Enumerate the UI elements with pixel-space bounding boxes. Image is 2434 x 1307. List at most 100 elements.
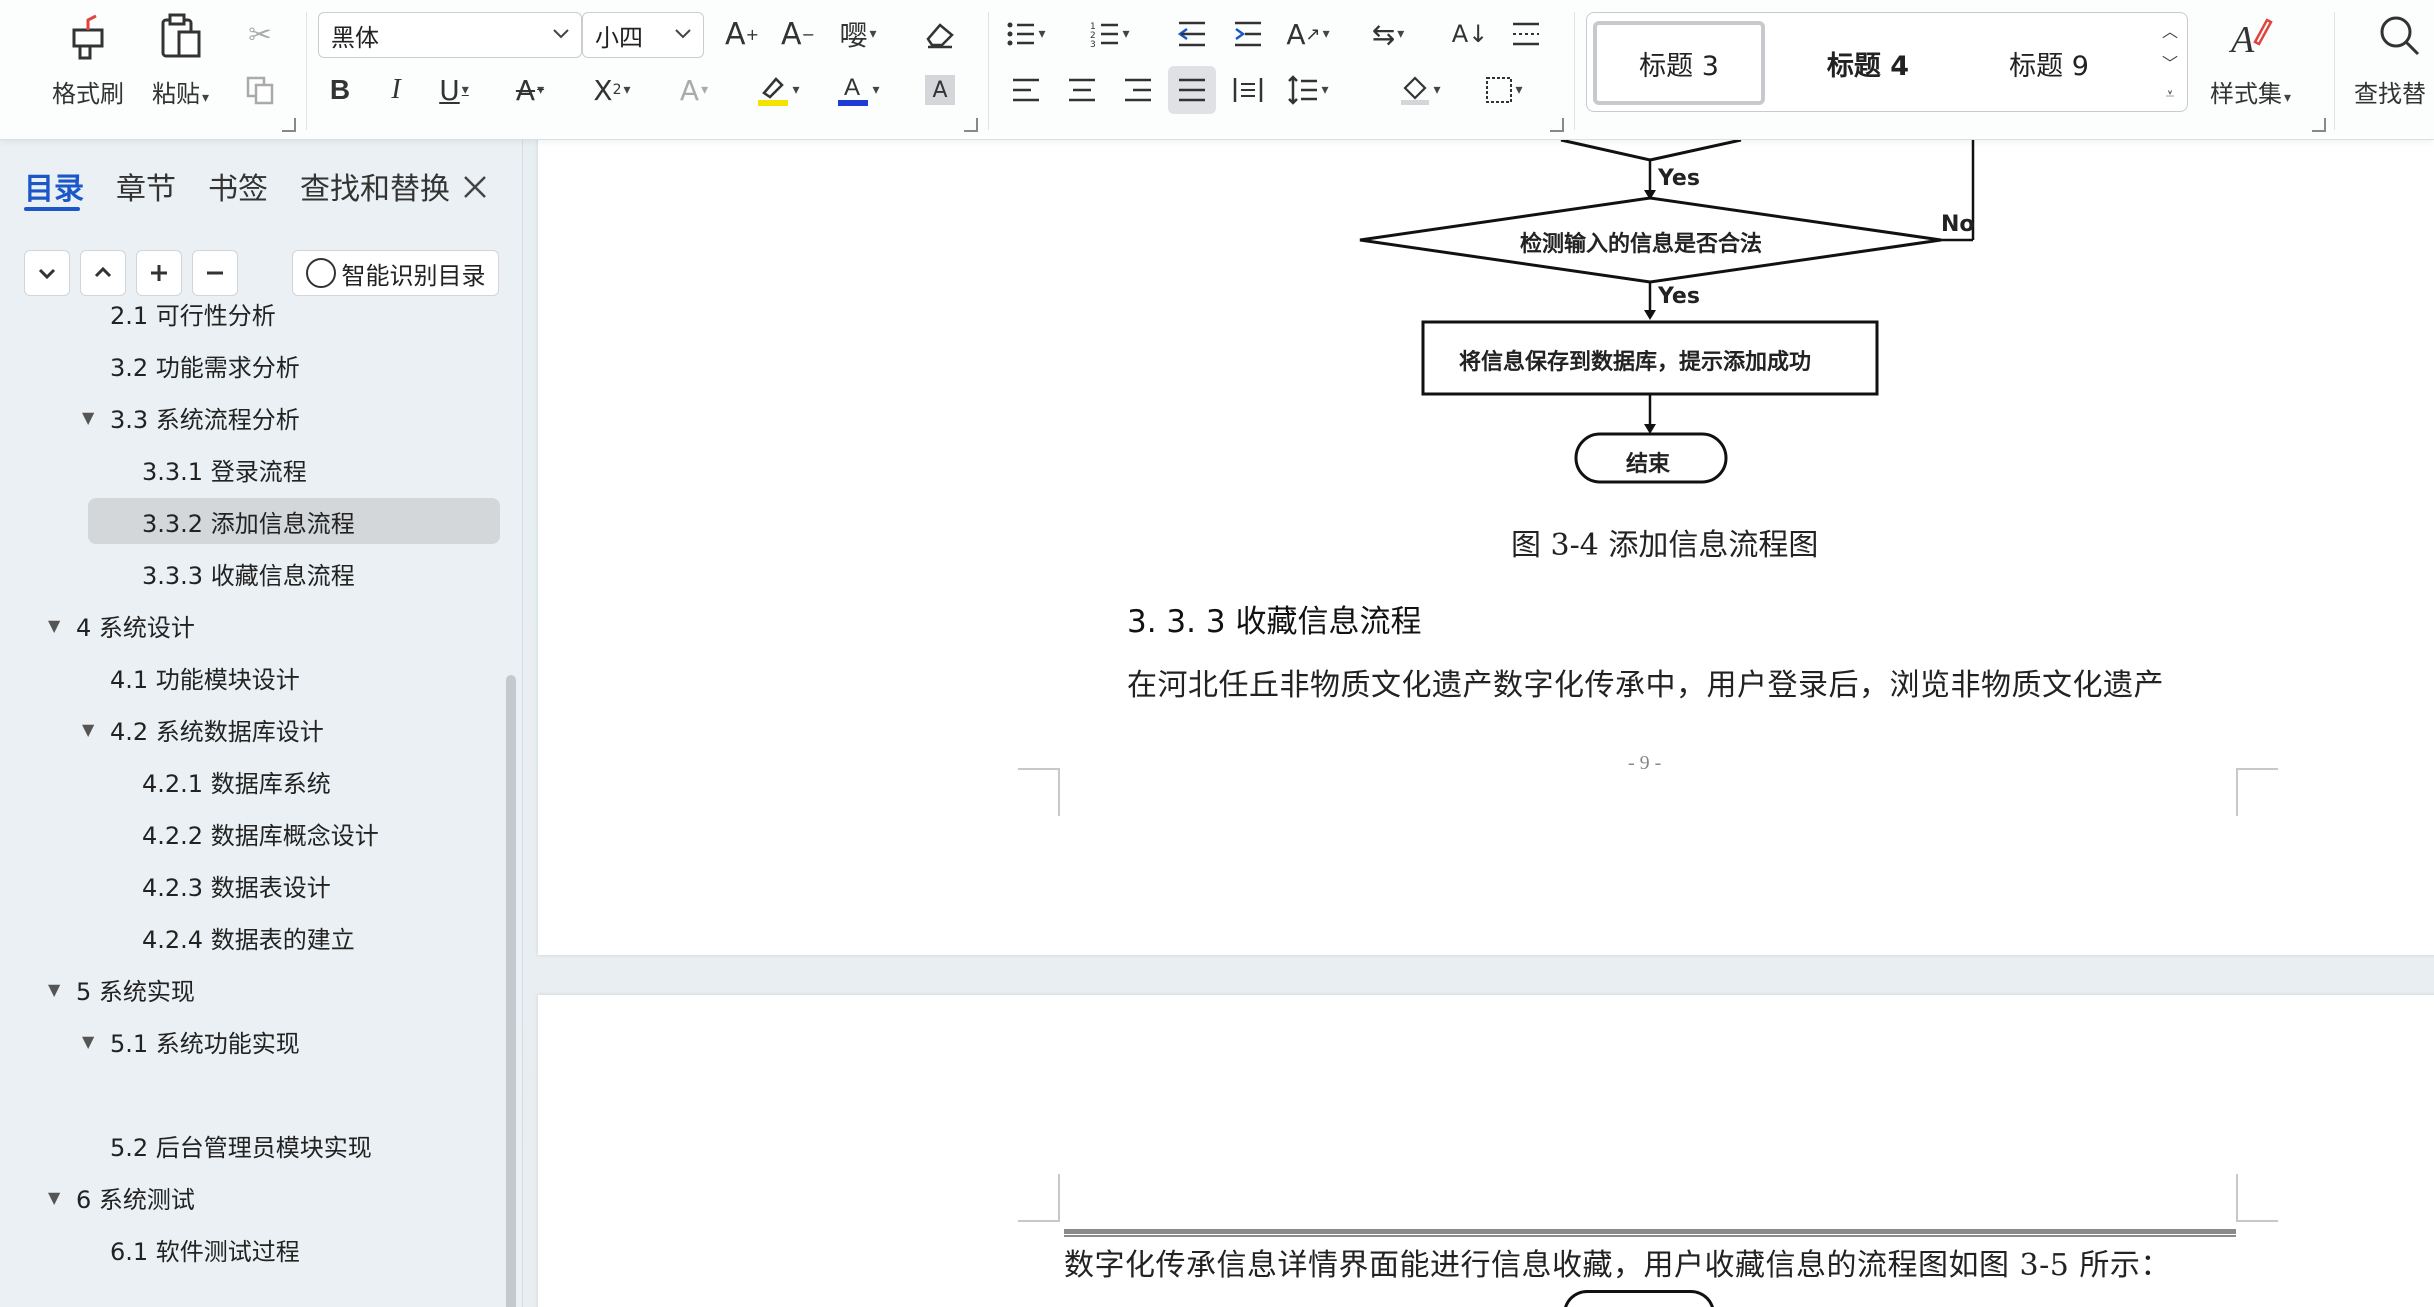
align-left-icon[interactable]	[1004, 68, 1048, 112]
outdent-icon[interactable]	[1170, 12, 1214, 56]
minus-icon	[207, 271, 223, 275]
toc-item[interactable]: 4.2.3 数据表设计	[142, 862, 331, 908]
gallery-down-icon[interactable]: ﹀	[2159, 49, 2181, 75]
toc-item[interactable]: 6 系统测试	[76, 1174, 195, 1220]
toc-item[interactable]: 5.1 系统功能实现	[110, 1018, 300, 1064]
style-heading-4[interactable]: 标题 4	[1783, 21, 1953, 105]
style-heading-3[interactable]: 标题 3	[1593, 21, 1765, 105]
text-effect-icon[interactable]: A ▾	[672, 68, 716, 112]
toc-item-label: 6.1 软件测试过程	[110, 1237, 300, 1266]
crop-mark	[2236, 768, 2278, 816]
collapse-all-button[interactable]	[24, 250, 70, 296]
toc-item[interactable]: 4.2.4 数据表的建立	[142, 914, 355, 960]
tab-bookmarks[interactable]: 书签	[208, 164, 268, 208]
char-shading-icon[interactable]: A	[918, 68, 962, 112]
italic-icon[interactable]: I	[374, 68, 418, 112]
search-icon	[2374, 10, 2426, 62]
format-painter-button[interactable]: 格式刷	[52, 10, 124, 109]
style-heading-9[interactable]: 标题 9	[1963, 21, 2135, 105]
tab-toc[interactable]: 目录	[24, 164, 84, 208]
svg-text:A: A	[844, 74, 860, 101]
body-paragraph: 数字化传承信息详情界面能进行信息收藏，用户收藏信息的流程图如图 3-5 所示：	[1064, 1248, 2171, 1283]
navigation-pane: 目录 章节 书签 查找和替换 智能识别目录 2.1 可行性分析 3.2 功能需求分…	[0, 140, 523, 1307]
expand-triangle-icon[interactable]: ▼	[48, 1188, 60, 1207]
border-icon[interactable]: ▾	[1482, 68, 1526, 112]
highlight-icon[interactable]: ▾	[756, 68, 800, 112]
process-label: 将信息保存到数据库，提示添加成功	[1459, 350, 1812, 375]
paragraph-launcher[interactable]	[1550, 118, 1564, 132]
gallery-up-icon[interactable]: ︿	[2159, 17, 2181, 43]
toc-item[interactable]: 4.2.1 数据库系统	[142, 758, 331, 804]
superscript-icon[interactable]: X 2 ▾	[590, 68, 634, 112]
toc-item[interactable]: 2.1 可行性分析	[110, 290, 276, 336]
paste-button[interactable]: 粘贴 ▾	[152, 10, 209, 109]
toc-item[interactable]: 3.3.2 添加信息流程	[88, 498, 500, 544]
toc-item[interactable]: 4.1 功能模块设计	[110, 654, 300, 700]
align-right-icon[interactable]	[1116, 68, 1160, 112]
style-set-button[interactable]: A 样式集 ▾	[2210, 10, 2291, 109]
cut-icon[interactable]: ✂	[238, 12, 282, 56]
chevron-down-icon	[675, 29, 691, 39]
column-icon[interactable]	[1504, 12, 1548, 56]
toc-item-label: 4.2.4 数据表的建立	[142, 925, 355, 954]
tab-chapters[interactable]: 章节	[116, 164, 176, 208]
shading-icon[interactable]: ▾	[1398, 68, 1442, 112]
toc-item[interactable]: 3.3.3 收藏信息流程	[142, 550, 355, 596]
tab-find-replace[interactable]: 查找和替换	[300, 164, 450, 208]
toc-item[interactable]: 3.3.1 登录流程	[142, 446, 307, 492]
toc-item[interactable]: 5.2 后台管理员模块实现	[110, 1122, 372, 1168]
bold-icon[interactable]: B	[318, 68, 362, 112]
sort-icon[interactable]: ⇆ ▾	[1366, 12, 1410, 56]
toc-item[interactable]: 4.2.2 数据库概念设计	[142, 810, 379, 856]
font-launcher[interactable]	[964, 118, 978, 132]
shrink-font-icon[interactable]: A −	[776, 12, 820, 56]
bullet-list-icon[interactable]: ▾	[1004, 12, 1048, 56]
eraser-icon[interactable]	[918, 12, 962, 56]
toc-item[interactable]: 4.2 系统数据库设计	[110, 706, 324, 752]
find-replace-button[interactable]: 查找替	[2354, 10, 2426, 109]
line-spacing-icon[interactable]: ▾	[1286, 68, 1330, 112]
toc-item[interactable]: 3.3 系统流程分析	[110, 394, 300, 440]
clipboard-launcher[interactable]	[282, 118, 296, 132]
format-painter-icon	[62, 10, 114, 62]
expand-triangle-icon[interactable]: ▼	[82, 1032, 94, 1051]
strikethrough-icon[interactable]: A ▾	[508, 68, 552, 112]
expand-triangle-icon[interactable]: ▼	[48, 616, 60, 635]
font-name-combo[interactable]: 黑体	[318, 12, 582, 58]
align-center-icon[interactable]	[1060, 68, 1104, 112]
flowchart	[1359, 140, 1975, 484]
toc-item[interactable]: 3.2 功能需求分析	[110, 342, 300, 388]
styles-launcher[interactable]	[2312, 118, 2326, 132]
text-direction-icon[interactable]: A ↗ ▾	[1286, 12, 1330, 56]
distributed-icon[interactable]	[1226, 68, 1270, 112]
no-label: No	[1941, 212, 1975, 237]
style-gallery: 标题 3 标题 4 标题 9 ︿ ﹀ ⩡	[1586, 12, 2188, 112]
gallery-more-icon[interactable]: ⩡	[2159, 81, 2181, 107]
expand-triangle-icon[interactable]: ▼	[48, 980, 60, 999]
toc-item-label: 4.2.3 数据表设计	[142, 873, 331, 902]
numbered-list-icon[interactable]: 1 2 3 ▾	[1088, 12, 1132, 56]
indent-icon[interactable]	[1226, 12, 1270, 56]
copy-icon[interactable]	[238, 68, 282, 112]
close-icon[interactable]	[458, 170, 492, 204]
smart-toc-button[interactable]: 智能识别目录	[292, 250, 499, 296]
grow-font-icon[interactable]: A +	[720, 12, 764, 56]
toc-item[interactable]: 4 系统设计	[76, 602, 195, 648]
underline-icon[interactable]: U ▾	[432, 68, 476, 112]
phonetic-icon[interactable]: 嘤 ▾	[836, 12, 880, 56]
expand-triangle-icon[interactable]: ▼	[82, 720, 94, 739]
toc-scrollbar[interactable]	[506, 675, 516, 1307]
toc-item[interactable]: 5 系统实现	[76, 966, 195, 1012]
style-set-icon: A	[2225, 10, 2277, 62]
toc-item-label: 3.2 功能需求分析	[110, 353, 300, 382]
toc-item-label: 4.1 功能模块设计	[110, 665, 300, 694]
font-color-icon[interactable]: A ▾	[836, 68, 880, 112]
figure-caption: 图 3-4 添加信息流程图	[1511, 528, 1819, 563]
toc-item[interactable]: 6.1 软件测试过程	[110, 1226, 300, 1272]
font-size-combo[interactable]: 小四	[582, 12, 704, 58]
arrow-head	[1644, 310, 1656, 320]
toc-item-label: 3.3.3 收藏信息流程	[142, 561, 355, 590]
sort-ascending-icon[interactable]: A↓	[1448, 12, 1492, 56]
expand-triangle-icon[interactable]: ▼	[82, 408, 94, 427]
justify-icon[interactable]	[1168, 66, 1216, 114]
